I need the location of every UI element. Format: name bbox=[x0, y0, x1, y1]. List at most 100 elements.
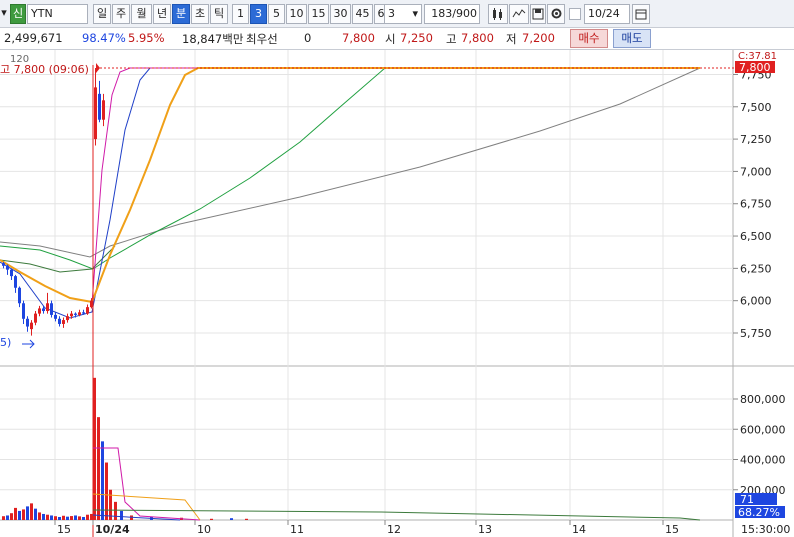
volume-bar bbox=[2, 516, 5, 520]
count-field[interactable]: 183/900 bbox=[424, 4, 480, 24]
price-candle bbox=[58, 318, 61, 324]
chevron-down-icon: ▾ bbox=[412, 7, 418, 20]
interval-button-45[interactable]: 45 bbox=[352, 4, 373, 24]
volume-bar bbox=[210, 518, 213, 520]
save-icon[interactable] bbox=[530, 4, 546, 24]
volume-bar bbox=[22, 509, 25, 520]
low-value: 7,200 bbox=[522, 31, 555, 45]
interval-button-10[interactable]: 10 bbox=[286, 4, 307, 24]
indicator-icon[interactable] bbox=[509, 4, 529, 24]
price-candle bbox=[102, 100, 105, 120]
period-second-button[interactable]: 초 bbox=[191, 4, 209, 24]
volume-ratio-label: 68.27% bbox=[738, 506, 780, 519]
interval-select-value: 3 bbox=[388, 7, 395, 20]
price-candle bbox=[54, 314, 57, 319]
volume-bar bbox=[97, 417, 100, 520]
period-label: 120 bbox=[10, 54, 29, 65]
stock-name-input[interactable]: YTN bbox=[27, 4, 88, 24]
trade-volume: 2,499,671 bbox=[4, 31, 63, 45]
volume-tick-label: 600,000 bbox=[740, 423, 786, 436]
time-tick-label: 15 bbox=[57, 523, 71, 536]
volume-bar bbox=[50, 515, 53, 520]
candle-style-icon[interactable] bbox=[488, 4, 508, 24]
price-chart[interactable]: 고 7,800 (09:06) 120 5) 7,7507,5007,2507,… bbox=[0, 50, 794, 537]
volume-bar bbox=[82, 516, 85, 520]
date-field[interactable]: 10/24 bbox=[584, 4, 630, 24]
collapse-arrow-icon[interactable]: ▾ bbox=[0, 4, 8, 24]
price-candle bbox=[18, 287, 21, 304]
time-tick-label: 13 bbox=[478, 523, 492, 536]
count-total: /900 bbox=[452, 7, 477, 20]
interval-select[interactable]: 3 ▾ bbox=[384, 4, 422, 24]
interval-button-1[interactable]: 1 bbox=[232, 4, 249, 24]
price-candle bbox=[94, 87, 97, 140]
interval-button-5[interactable]: 5 bbox=[268, 4, 285, 24]
open-label: 시 bbox=[385, 32, 396, 46]
volume-bar bbox=[101, 441, 104, 520]
volume-bar bbox=[6, 515, 9, 520]
date-checkbox[interactable] bbox=[569, 8, 581, 20]
volume-bar bbox=[70, 516, 73, 520]
price-tick-label: 6,250 bbox=[740, 262, 772, 275]
price-candle bbox=[82, 312, 85, 314]
gear-icon[interactable] bbox=[547, 4, 565, 24]
interval-button-30[interactable]: 30 bbox=[330, 4, 351, 24]
chart-background bbox=[0, 50, 794, 537]
volume-bar bbox=[46, 514, 49, 520]
volume-bar bbox=[66, 516, 69, 520]
volume-bar bbox=[78, 516, 81, 520]
best-bid-value: 0 bbox=[304, 31, 312, 45]
time-tick-label: 11 bbox=[290, 523, 304, 536]
period-month-button[interactable]: 월 bbox=[131, 4, 152, 24]
price-candle bbox=[62, 320, 65, 324]
time-tick-label: 10/24 bbox=[95, 523, 130, 536]
volume-bar bbox=[114, 501, 117, 520]
low-label: 저 bbox=[506, 32, 517, 46]
change-rate: 5.95% bbox=[128, 31, 165, 45]
volume-bar bbox=[58, 516, 61, 520]
price-candle bbox=[50, 303, 53, 315]
price-tick-label: 6,000 bbox=[740, 295, 772, 308]
time-tick-label: 10 bbox=[197, 523, 211, 536]
price-tick-label: 6,500 bbox=[740, 230, 772, 243]
volume-bar bbox=[30, 503, 33, 520]
high-value: 7,800 bbox=[461, 31, 494, 45]
buy-button[interactable]: 매수 bbox=[570, 29, 608, 48]
price-candle bbox=[34, 313, 37, 323]
interval-button-3[interactable]: 3 bbox=[250, 4, 267, 24]
price-tick-label: 7,500 bbox=[740, 101, 772, 114]
price-candle bbox=[10, 269, 13, 277]
calendar-icon[interactable] bbox=[632, 4, 650, 24]
period-week-button[interactable]: 주 bbox=[112, 4, 130, 24]
price-candle bbox=[66, 316, 69, 321]
price-candle bbox=[2, 263, 5, 266]
credit-badge[interactable]: 신 bbox=[10, 4, 26, 24]
volume-bar bbox=[93, 377, 96, 520]
price-candle bbox=[30, 322, 33, 330]
best-bid-label: 최우선 bbox=[246, 32, 278, 46]
price-tick-label: 6,750 bbox=[740, 198, 772, 211]
price-candle bbox=[22, 303, 25, 319]
volume-tick-label: 400,000 bbox=[740, 454, 786, 467]
price-candle bbox=[46, 303, 49, 312]
price-candle bbox=[42, 308, 45, 312]
price-tick-label: 7,000 bbox=[740, 165, 772, 178]
price-candle bbox=[14, 276, 17, 288]
volume-tick-label: 800,000 bbox=[740, 393, 786, 406]
price-tick-label: 5,750 bbox=[740, 327, 772, 340]
current-price-tag: 7,800 bbox=[739, 61, 771, 74]
interval-button-15[interactable]: 15 bbox=[308, 4, 329, 24]
volume-ratio: 98.47% bbox=[82, 31, 126, 45]
period-year-button[interactable]: 년 bbox=[153, 4, 171, 24]
price-candle bbox=[70, 313, 73, 317]
volume-bar bbox=[18, 510, 21, 520]
price-candle bbox=[98, 93, 101, 120]
sell-button[interactable]: 매도 bbox=[613, 29, 651, 48]
open-value: 7,250 bbox=[400, 31, 433, 45]
period-tick-button[interactable]: 틱 bbox=[210, 4, 228, 24]
time-tick-label: 12 bbox=[387, 523, 401, 536]
period-minute-button[interactable]: 분 bbox=[172, 4, 190, 24]
volume-bar bbox=[62, 515, 65, 520]
period-day-button[interactable]: 일 bbox=[93, 4, 111, 24]
volume-bar bbox=[245, 518, 248, 520]
